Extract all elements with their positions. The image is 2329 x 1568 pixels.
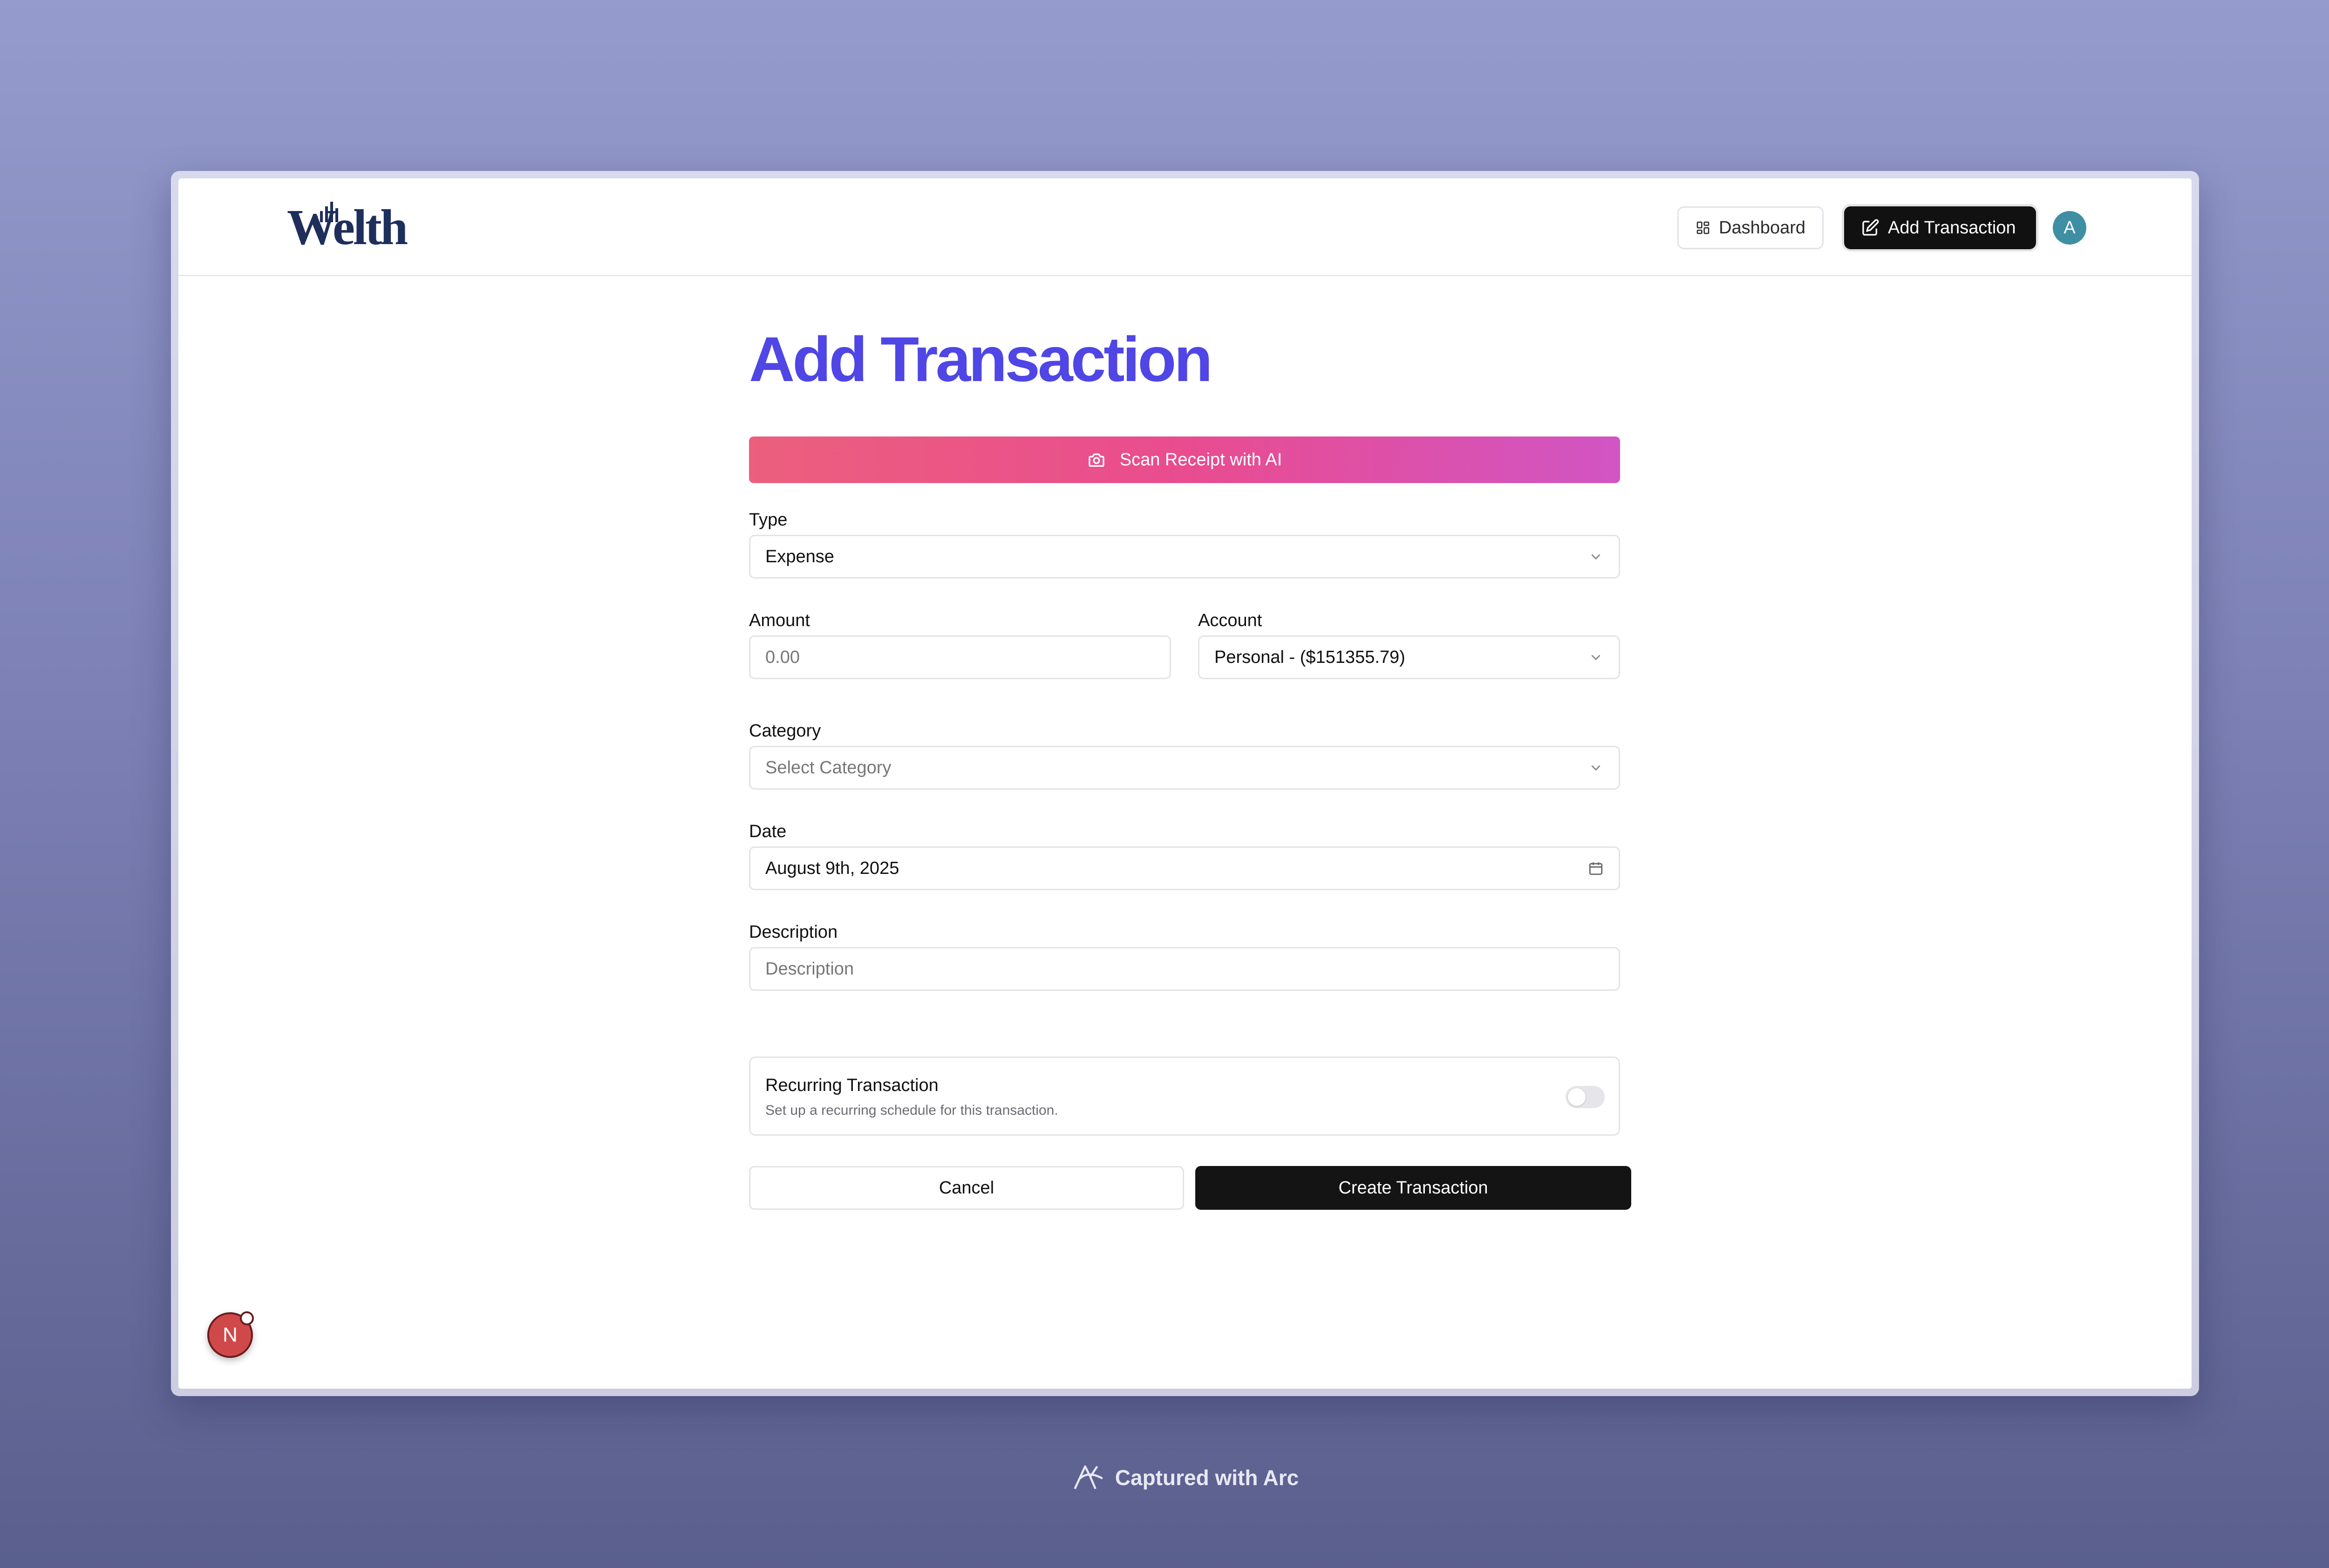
description-label: Description — [749, 922, 838, 942]
calendar-icon — [1589, 862, 1603, 875]
scan-receipt-label: Scan Receipt with AI — [1119, 450, 1282, 470]
browser-window-frame: Welth Dashboard Add Transaction A Add Tr… — [171, 171, 2199, 1396]
header: Welth Dashboard Add Transaction A — [178, 178, 2192, 276]
recurring-toggle[interactable] — [1566, 1086, 1605, 1108]
description-input[interactable]: Description — [749, 947, 1620, 991]
capture-footer: Captured with Arc — [0, 1463, 2329, 1493]
app-window: Welth Dashboard Add Transaction A Add Tr… — [178, 178, 2192, 1389]
dashboard-label: Dashboard — [1719, 218, 1805, 238]
pen-square-icon — [1862, 219, 1879, 236]
type-select[interactable]: Expense — [749, 535, 1620, 579]
welth-logo[interactable]: Welth — [287, 202, 417, 253]
dashboard-button[interactable]: Dashboard — [1677, 206, 1824, 249]
page-title: Add Transaction — [749, 324, 1213, 395]
user-avatar[interactable]: A — [2053, 211, 2086, 245]
recurring-title: Recurring Transaction — [765, 1076, 939, 1095]
account-label: Account — [1198, 611, 1262, 630]
amount-input[interactable]: 0.00 — [749, 635, 1171, 679]
add-transaction-nav-button[interactable]: Add Transaction — [1844, 206, 2036, 249]
chevron-down-icon — [1591, 554, 1600, 560]
nextjs-dev-indicator[interactable]: N — [207, 1311, 254, 1358]
amount-placeholder: 0.00 — [765, 647, 800, 667]
recurring-transaction-card: Recurring Transaction Set up a recurring… — [749, 1057, 1620, 1136]
description-placeholder: Description — [765, 959, 854, 979]
footer-text: Captured with Arc — [1115, 1466, 1299, 1490]
camera-icon — [1089, 453, 1104, 467]
category-placeholder: Select Category — [765, 757, 892, 777]
logo-wordmark: Welth — [287, 200, 408, 255]
date-picker[interactable]: August 9th, 2025 — [749, 846, 1620, 890]
arc-logo-icon — [1074, 1465, 1103, 1489]
cancel-button[interactable]: Cancel — [749, 1166, 1184, 1210]
type-value: Expense — [765, 546, 834, 566]
layout-dashboard-icon — [1696, 221, 1709, 234]
recurring-subtitle: Set up a recurring schedule for this tra… — [765, 1103, 1058, 1118]
scan-receipt-button[interactable]: Scan Receipt with AI — [749, 436, 1620, 483]
type-label: Type — [749, 510, 788, 530]
transaction-form: Add Transaction Scan Receipt with AI Typ… — [749, 324, 1631, 1210]
account-value: Personal - ($151355.79) — [1214, 647, 1405, 667]
amount-label: Amount — [749, 611, 810, 630]
dev-badge-dot — [240, 1311, 254, 1325]
date-label: Date — [749, 822, 787, 841]
category-label: Category — [749, 721, 821, 741]
chevron-down-icon — [1591, 654, 1600, 661]
account-select[interactable]: Personal - ($151355.79) — [1198, 635, 1620, 679]
date-value: August 9th, 2025 — [765, 858, 899, 878]
create-transaction-button[interactable]: Create Transaction — [1195, 1166, 1631, 1210]
dev-badge-letter: N — [223, 1323, 238, 1346]
logo-bars-icon — [315, 202, 338, 222]
category-select[interactable]: Select Category — [749, 746, 1620, 790]
chevron-down-icon — [1591, 765, 1600, 771]
toggle-knob — [1568, 1088, 1586, 1106]
add-transaction-nav-label: Add Transaction — [1888, 218, 2016, 238]
